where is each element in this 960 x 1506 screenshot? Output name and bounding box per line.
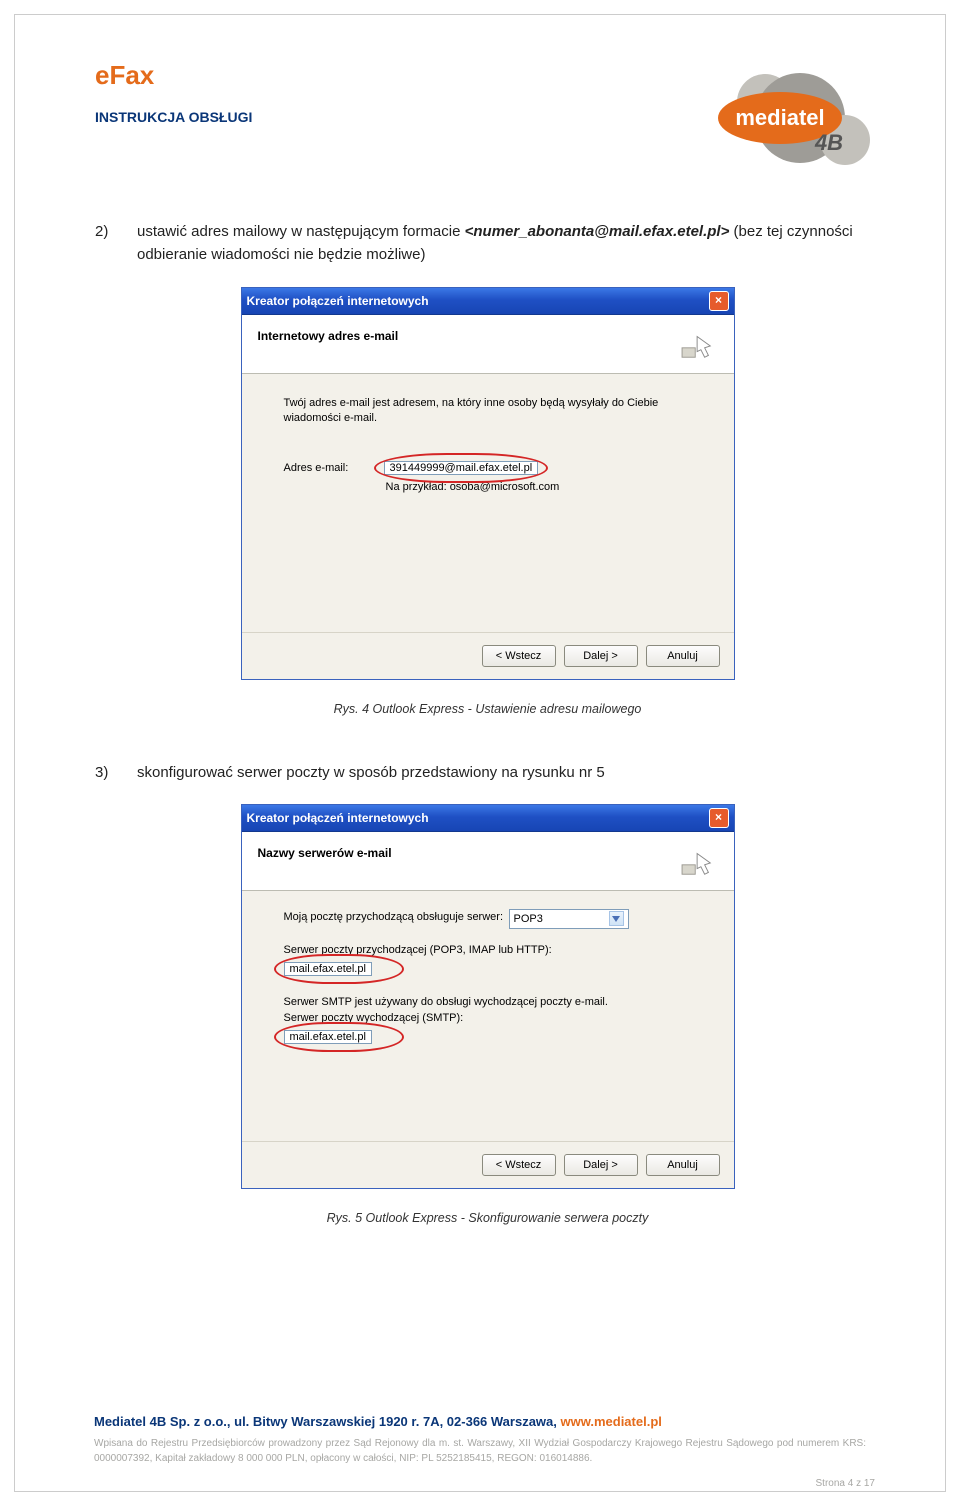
footer-address: Mediatel 4B Sp. z o.o., ul. Bitwy Warsza… <box>94 1414 561 1429</box>
footer-link[interactable]: www.mediatel.pl <box>561 1414 662 1429</box>
email-input[interactable]: 391449999@mail.efax.etel.pl <box>384 461 539 475</box>
footer-company-line: Mediatel 4B Sp. z o.o., ul. Bitwy Warsza… <box>94 1414 866 1429</box>
footer-legal: Wpisana do Rejestru Przedsiębiorców prow… <box>94 1437 866 1466</box>
incoming-server-input[interactable]: mail.efax.etel.pl <box>284 962 372 976</box>
page-number: Strona 4 z 17 <box>816 1478 875 1489</box>
outgoing-server-input[interactable]: mail.efax.etel.pl <box>284 1030 372 1044</box>
page-footer: Mediatel 4B Sp. z o.o., ul. Bitwy Warsza… <box>14 1414 946 1466</box>
page-frame <box>14 14 946 1492</box>
